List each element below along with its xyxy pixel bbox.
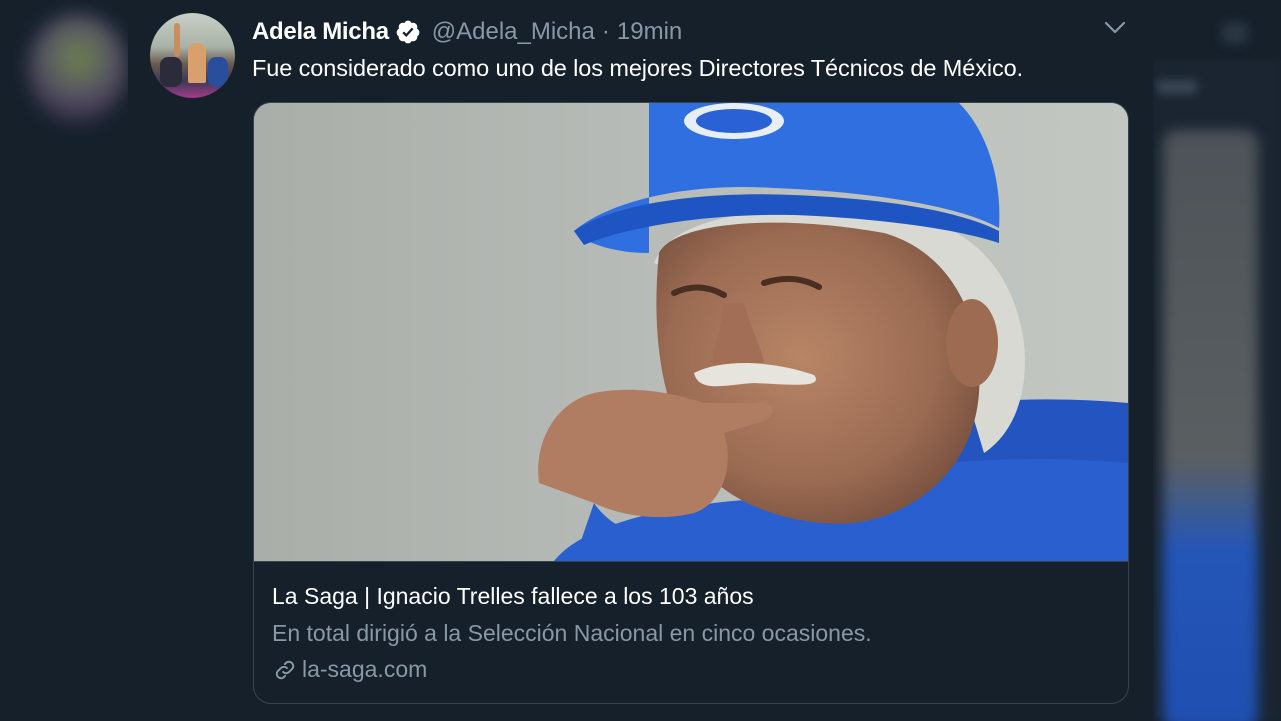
avatar-figure: [208, 57, 228, 87]
avatar-figure: [174, 23, 180, 57]
link-icon: [272, 657, 298, 683]
card-image[interactable]: [254, 103, 1128, 561]
author-handle[interactable]: @Adela_Micha: [432, 18, 595, 46]
avatar-figure: [188, 43, 206, 83]
timestamp[interactable]: 19min: [617, 18, 682, 46]
tweet[interactable]: Adela Micha @Adela_Micha · 19min Fue con…: [128, 0, 1153, 721]
chevron-down-icon[interactable]: [1102, 18, 1128, 38]
card-domain[interactable]: la-saga.com: [272, 656, 427, 683]
verified-badge-icon: [395, 19, 421, 45]
tweet-header: Adela Micha @Adela_Micha · 19min: [252, 16, 682, 48]
blurred-background-icon: [1222, 22, 1248, 44]
blurred-background-text: [1157, 80, 1197, 94]
tweet-text: Fue considerado como uno de los mejores …: [252, 55, 1024, 81]
card-title[interactable]: La Saga | Ignacio Trelles fallece a los …: [272, 583, 754, 610]
avatar-figure: [160, 57, 182, 87]
card-description: En total dirigió a la Selección Nacional…: [272, 620, 872, 646]
header-separator: ·: [601, 18, 610, 45]
blurred-background-avatar: [28, 14, 128, 124]
author-name[interactable]: Adela Micha: [252, 18, 389, 46]
card-divider: [254, 561, 1128, 562]
card-domain-text[interactable]: la-saga.com: [302, 656, 427, 683]
avatar[interactable]: [150, 13, 235, 98]
blurred-background-image: [1163, 130, 1258, 721]
blurred-background-tweet: [1153, 60, 1281, 721]
link-card[interactable]: La Saga | Ignacio Trelles fallece a los …: [253, 102, 1129, 704]
